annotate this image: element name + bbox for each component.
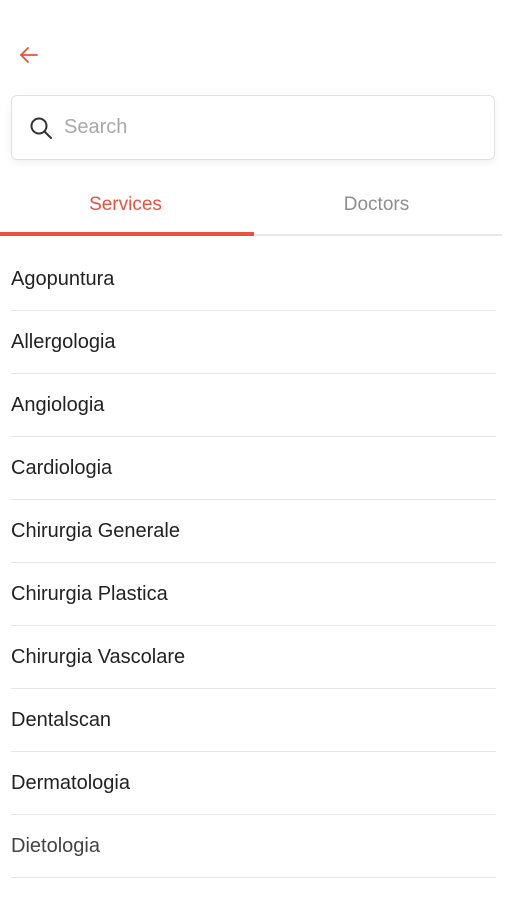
list-item[interactable]: Cardiologia (11, 437, 496, 500)
list-item[interactable]: Dermatologia (11, 752, 496, 815)
list-item-label: Cardiologia (11, 456, 113, 479)
list-item-label: Chirurgia Vascolare (11, 645, 186, 668)
arrow-left-icon (20, 47, 38, 63)
search-icon (28, 115, 54, 141)
list-item-label: Dentalscan (11, 708, 112, 731)
search-box[interactable] (11, 95, 495, 160)
list-item[interactable]: Dietologia (11, 815, 496, 878)
list-item[interactable]: Dentalscan (11, 689, 496, 752)
list-item-label: Dietologia (11, 834, 100, 857)
list-item[interactable]: Chirurgia Plastica (11, 563, 496, 626)
tab-label: Services (89, 194, 162, 215)
list-item[interactable]: Chirurgia Generale (11, 500, 496, 563)
tab-doctors[interactable]: Doctors (251, 180, 502, 234)
search-input[interactable] (62, 115, 466, 140)
list-item[interactable]: Agopuntura (11, 248, 496, 311)
list-item-label: Chirurgia Generale (11, 519, 180, 542)
list-item[interactable]: Angiologia (11, 374, 496, 437)
tab-bar: Services Doctors (0, 180, 502, 236)
list-item-label: Angiologia (11, 393, 105, 416)
tab-services[interactable]: Services (0, 180, 251, 234)
app-screen: Services Doctors Agopuntura Allergologia… (0, 0, 507, 900)
list-item[interactable]: Allergologia (11, 311, 496, 374)
list-item-label: Allergologia (11, 330, 116, 353)
active-tab-indicator (0, 232, 254, 236)
back-button[interactable] (14, 40, 44, 70)
tab-label: Doctors (343, 194, 410, 215)
list-item-label: Dermatologia (11, 771, 130, 794)
list-item[interactable]: Chirurgia Vascolare (11, 626, 496, 689)
list-item-label: Chirurgia Plastica (11, 582, 168, 605)
list-item-label: Agopuntura (11, 267, 115, 290)
services-list: Agopuntura Allergologia Angiologia Cardi… (11, 248, 496, 878)
